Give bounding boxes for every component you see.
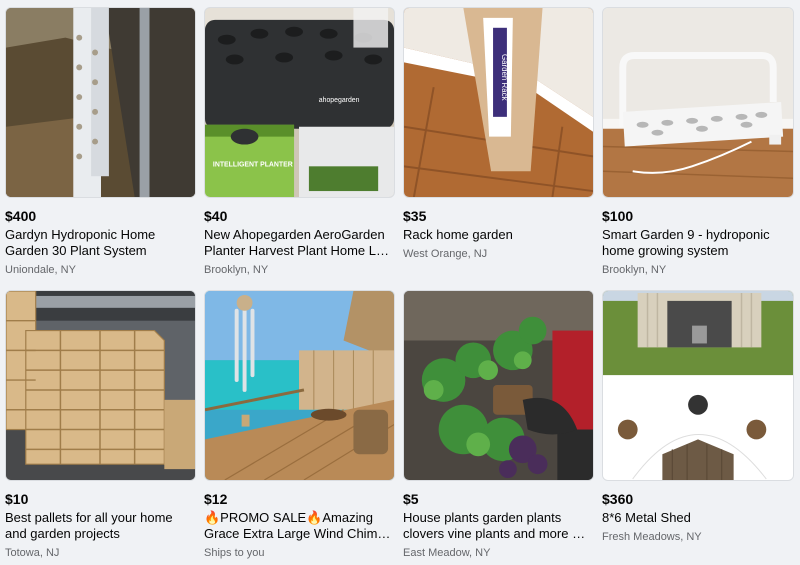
listing-title: House plants garden plants clovers vine …: [403, 510, 589, 541]
marketplace-grid: $400 Gardyn Hydroponic Home Garden 30 Pl…: [5, 7, 794, 565]
listing-card[interactable]: $400 Gardyn Hydroponic Home Garden 30 Pl…: [5, 7, 196, 282]
listing-card[interactable]: $12 🔥PROMO SALE🔥Amazing Grace Extra Larg…: [204, 290, 395, 565]
listing-price: $5: [403, 491, 419, 507]
listing-title: Best pallets for all your home and garde…: [5, 510, 173, 541]
listing-location: Ships to you: [204, 547, 265, 559]
listing-title: Gardyn Hydroponic Home Garden 30 Plant S…: [5, 227, 156, 258]
listing-title: New Ahopegarden AeroGarden Planter Harve…: [204, 227, 395, 258]
listing-location: Brooklyn, NY: [602, 264, 667, 276]
listing-photo[interactable]: ahopegarden INTELLIGENT PLANTER: [204, 7, 395, 198]
listing-photo[interactable]: [602, 7, 794, 198]
listing-title: Rack home garden: [403, 227, 513, 242]
listing-card[interactable]: $10 Best pallets for all your home and g…: [5, 290, 196, 565]
listing-price: $40: [204, 208, 228, 224]
listing-location: Totowa, NJ: [5, 547, 60, 559]
listing-card[interactable]: $360 8*6 Metal Shed Fresh Meadows, NY: [602, 290, 794, 565]
listing-photo[interactable]: [5, 290, 196, 481]
box-text: INTELLIGENT PLANTER: [213, 161, 293, 168]
listing-title: 🔥PROMO SALE🔥Amazing Grace Extra Large Wi…: [204, 510, 392, 541]
listing-photo[interactable]: [5, 7, 196, 198]
listing-photo[interactable]: [403, 290, 594, 481]
listing-price: $100: [602, 208, 634, 224]
listing-title: 8*6 Metal Shed: [602, 510, 691, 525]
listing-card[interactable]: ahopegarden INTELLIGENT PLANTER $40 New …: [204, 7, 395, 282]
listing-title: Smart Garden 9 - hydroponic home growing…: [602, 227, 770, 258]
listing-card[interactable]: Garden Rack $35 Rack home garden West Or…: [403, 7, 594, 282]
listing-card[interactable]: $100 Smart Garden 9 - hydroponic home gr…: [602, 7, 794, 282]
listing-photo[interactable]: [204, 290, 395, 481]
listing-location: Uniondale, NY: [5, 264, 76, 276]
listing-price: $10: [5, 491, 29, 507]
box-text: Garden Rack: [500, 54, 509, 101]
listing-photo[interactable]: [602, 290, 794, 481]
listing-location: East Meadow, NY: [403, 547, 491, 559]
listing-price: $35: [403, 208, 427, 224]
listing-price: $400: [5, 208, 37, 224]
listing-location: West Orange, NJ: [403, 248, 488, 260]
listing-location: Brooklyn, NY: [204, 264, 269, 276]
brand-text: ahopegarden: [319, 97, 360, 104]
listing-photo[interactable]: Garden Rack: [403, 7, 594, 198]
listing-location: Fresh Meadows, NY: [602, 531, 702, 543]
listing-price: $12: [204, 491, 228, 507]
listing-card[interactable]: $5 House plants garden plants clovers vi…: [403, 290, 594, 565]
listing-price: $360: [602, 491, 634, 507]
